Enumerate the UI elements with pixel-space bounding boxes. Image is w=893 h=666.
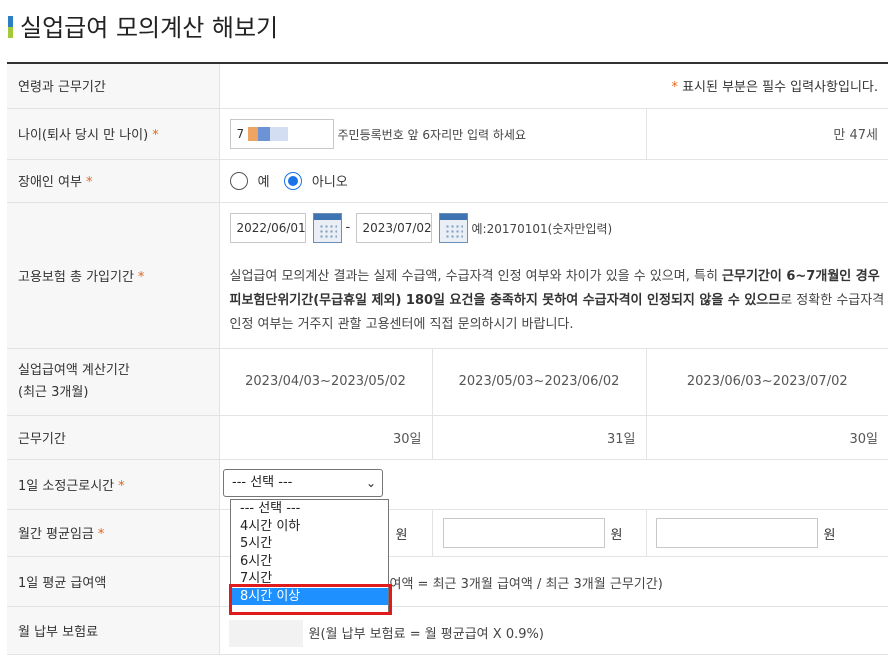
insurance-fee-label: 월 납부 보험료 [7, 606, 220, 655]
insurance-required-star: * [137, 269, 145, 285]
daily-hours-required-star: * [118, 478, 125, 494]
title-bar-icon [8, 16, 13, 38]
calc-form-table: 연령과 근무기간 * 표시된 부분은 필수 입력사항입니다. 나이(퇴사 당시 … [7, 64, 889, 655]
wage-unit-3: 원 [823, 527, 836, 543]
insurance-notice: 실업급여 모의계산 결과는 실제 수급액, 수급자격 인정 여부와 차이가 있을… [230, 265, 885, 337]
date-example: 예:20170101(숫자만입력) [471, 221, 613, 236]
work-days-3: 30일 [646, 415, 889, 460]
radio-yes[interactable] [229, 171, 248, 190]
masked-value [247, 127, 288, 141]
age-input-value: 7 [236, 126, 245, 141]
chevron-down-icon: ⌄ [365, 476, 376, 490]
wage-input-2[interactable] [442, 517, 605, 548]
age-result: 만 47세 [646, 108, 889, 160]
required-note: 표시된 부분은 필수 입력사항입니다. [682, 80, 879, 96]
work-days-row: 근무기간 30일 31일 30일 [7, 415, 889, 460]
disabled-row: 장애인 여부 * 예 아니오 [7, 159, 889, 203]
date-separator: - [345, 219, 351, 235]
work-days-1: 30일 [219, 415, 433, 460]
header-label: 연령과 근무기간 [7, 64, 220, 109]
insurance-row: 고용보험 총 가입기간 * 2022/06/01 - 2023/07/02 예:2… [7, 202, 889, 349]
work-days-2: 31일 [432, 415, 647, 460]
page-title: 실업급여 모의계산 해보기 [20, 14, 279, 42]
age-input[interactable]: 7 [229, 118, 334, 149]
wage-input-3[interactable] [655, 517, 818, 548]
header-row: 연령과 근무기간 * 표시된 부분은 필수 입력사항입니다. [7, 64, 889, 109]
wage-unit-1: 원 [395, 527, 408, 543]
monthly-wage-label: 월간 평균임금 [18, 527, 94, 542]
period-2: 2023/05/03~2023/06/02 [432, 348, 647, 416]
page-header: 실업급여 모의계산 해보기 [0, 0, 893, 62]
radio-yes-label: 예 [257, 175, 270, 190]
end-calendar-icon[interactable] [438, 212, 468, 243]
end-date-input[interactable]: 2023/07/02 [355, 212, 432, 243]
daily-hours-row: 1일 소정근로시간 * [7, 459, 889, 510]
age-row: 나이(퇴사 당시 만 나이) * 7 주민등록번호 앞 6자리만 입력 하세요 만… [7, 108, 889, 160]
daily-benefit-label: 1일 평균 급여액 [7, 556, 220, 607]
required-star: * [671, 80, 678, 96]
insurance-fee-formula: 원(월 납부 보험료 = 월 평균급여 X 0.9%) [308, 626, 544, 642]
calc-period-label: 실업급여액 계산기간 [18, 362, 130, 378]
period-1: 2023/04/03~2023/05/02 [219, 348, 433, 416]
insurance-fee-row: 월 납부 보험료 원(월 납부 보험료 = 월 평균급여 X 0.9%) [7, 606, 889, 655]
age-label: 나이(퇴사 당시 만 나이) [18, 128, 149, 143]
notice-text-1: 실업급여 모의계산 결과는 실제 수급액, 수급자격 인정 여부와 차이가 있을… [229, 268, 723, 284]
daily-hours-label: 1일 소정근로시간 [18, 478, 115, 494]
fee-value-mask [229, 620, 303, 647]
daily-benefit-formula: 여액 = 최근 3개월 급여액 / 최근 3개월 근무기간) [389, 576, 663, 592]
age-hint: 주민등록번호 앞 6자리만 입력 하세요 [337, 127, 527, 142]
period-3: 2023/06/03~2023/07/02 [646, 348, 889, 416]
daily-benefit-row: 1일 평균 급여액 여액 = 최근 3개월 급여액 / 최근 3개월 근무기간) [7, 556, 889, 607]
start-date-input[interactable]: 2022/06/01 [229, 212, 306, 243]
dropdown-option[interactable]: 6시간 [231, 553, 388, 571]
dropdown-option[interactable]: --- 선택 --- [231, 500, 388, 518]
radio-no-label: 아니오 [311, 175, 348, 190]
annotation-highlight-box [229, 584, 392, 615]
monthly-wage-row: 월간 평균임금 * 원 원 원 [7, 509, 889, 557]
dropdown-option[interactable]: 5시간 [231, 535, 388, 553]
work-days-label: 근무기간 [7, 415, 220, 460]
age-required-star: * [152, 128, 159, 143]
disabled-label: 장애인 여부 [18, 175, 82, 190]
select-current-value: --- 선택 --- [232, 475, 293, 490]
calc-period-sublabel: (최근 3개월) [18, 384, 89, 400]
disabled-required-star: * [85, 175, 93, 190]
radio-no[interactable] [283, 171, 302, 190]
required-note-cell: * 표시된 부분은 필수 입력사항입니다. [219, 64, 889, 109]
daily-hours-select[interactable]: --- 선택 --- ⌄ [223, 469, 383, 497]
calc-period-row: 실업급여액 계산기간 (최근 3개월) 2023/04/03~2023/05/0… [7, 348, 889, 416]
dropdown-option[interactable]: 4시간 이하 [231, 518, 388, 536]
start-calendar-icon[interactable] [312, 212, 342, 243]
insurance-label: 고용보험 총 가입기간 [18, 269, 134, 285]
monthly-wage-required-star: * [97, 527, 105, 542]
wage-unit-2: 원 [610, 527, 623, 543]
